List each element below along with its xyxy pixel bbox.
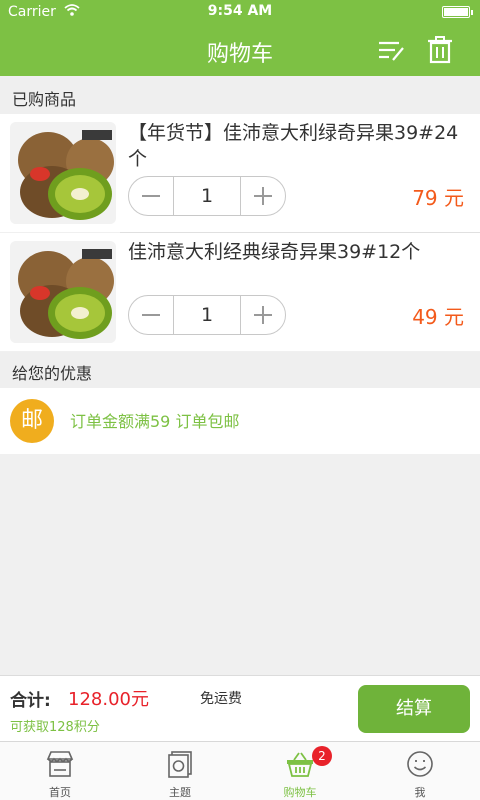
tab-theme[interactable]: 主题 [120,742,240,800]
kiwi-fruit-image[interactable] [10,241,116,343]
offers-section-header: 给您的优惠 [0,352,480,388]
item-name[interactable]: 佳沛意大利经典绿奇异果39#12个 [128,239,468,265]
kiwi-fruit-image[interactable] [10,122,116,224]
tab-cart[interactable]: 2 购物车 [240,742,360,800]
tab-label: 主题 [169,786,191,799]
status-bar: Carrier 9:54 AM [0,0,480,24]
shipping-note: 免运费 [200,691,242,707]
battery-icon [442,6,473,18]
tab-bar: 首页 主题 2 购物车 我 [0,741,480,800]
quantity-stepper: 1 [128,295,286,335]
shipping-promo[interactable]: 邮 订单金额满59 订单包邮 [0,388,480,454]
checkout-button[interactable]: 结算 [358,685,470,733]
cart-item: 佳沛意大利经典绿奇异果39#12个 1 49 元 [0,233,480,351]
item-name[interactable]: 【年货节】佳沛意大利绿奇异果39#24个 [128,120,468,172]
nav-bar: 购物车 [0,24,480,76]
cart-item: 【年货节】佳沛意大利绿奇异果39#24个 1 79 元 [0,114,480,232]
smiley-icon [407,751,433,777]
cart-count-badge: 2 [312,746,332,766]
quantity-value[interactable]: 1 [173,177,241,215]
points-note: 可获取128积分 [10,720,100,735]
minus-icon[interactable] [129,177,173,215]
promo-text: 订单金额满59 订单包邮 [70,412,240,431]
store-icon [46,751,74,777]
tab-home[interactable]: 首页 [0,742,120,800]
quantity-value[interactable]: 1 [173,296,241,334]
mail-badge-icon: 邮 [10,399,54,443]
basket-icon [287,752,313,777]
tab-label: 我 [414,786,426,799]
clock: 9:54 AM [207,3,273,19]
total-label: 合计: [10,691,51,711]
page-title: 购物车 [206,42,273,67]
quantity-stepper: 1 [128,176,286,216]
purchased-section-header: 已购商品 [0,78,480,114]
checkout-bar: 合计: 128.00元 免运费 可获取128积分 结算 [0,675,480,741]
tab-label: 首页 [49,786,71,799]
plus-icon[interactable] [241,296,285,334]
item-price: 49 元 [412,305,464,329]
trash-icon[interactable] [424,36,456,64]
tab-me[interactable]: 我 [360,742,480,800]
plus-icon[interactable] [241,177,285,215]
minus-icon[interactable] [129,296,173,334]
total-value: 128.00元 [68,689,149,710]
theme-icon [168,751,192,778]
item-price: 79 元 [412,186,464,210]
edit-list-icon[interactable] [375,36,407,64]
tab-label: 购物车 [283,786,317,799]
